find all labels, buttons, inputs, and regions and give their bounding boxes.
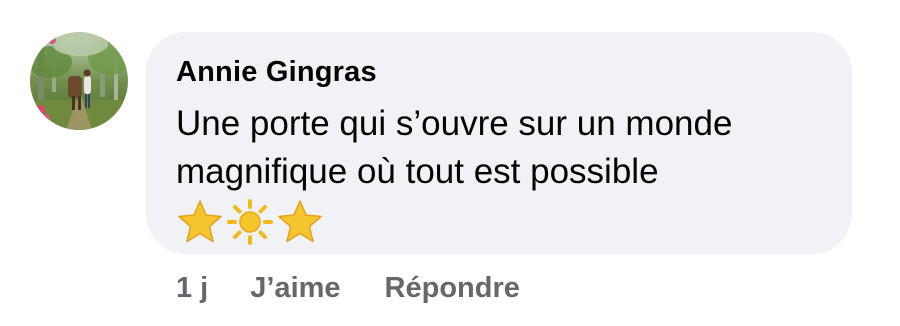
sun-emoji bbox=[227, 199, 273, 245]
comment-bubble: Annie Gingras Une porte qui s’ouvre sur … bbox=[146, 32, 852, 254]
comment-text-line-2: magnifique où tout est possible bbox=[176, 152, 659, 191]
avatar-photo bbox=[30, 32, 128, 130]
reply-button[interactable]: Répondre bbox=[385, 272, 520, 305]
comment-text-line-1: Une porte qui s’ouvre sur un monde bbox=[176, 104, 733, 143]
emoji-row bbox=[176, 198, 822, 246]
comment-actions: 1 j J’aime Répondre bbox=[176, 268, 520, 308]
like-button[interactable]: J’aime bbox=[250, 272, 340, 305]
comment: Annie Gingras Une porte qui s’ouvre sur … bbox=[0, 0, 900, 326]
timestamp[interactable]: 1 j bbox=[176, 272, 208, 305]
avatar[interactable] bbox=[30, 32, 128, 130]
author-name[interactable]: Annie Gingras bbox=[176, 54, 822, 90]
star-emoji bbox=[178, 200, 222, 243]
comment-text: Une porte qui s’ouvre sur un monde magni… bbox=[176, 100, 822, 196]
star-emoji bbox=[278, 200, 322, 243]
